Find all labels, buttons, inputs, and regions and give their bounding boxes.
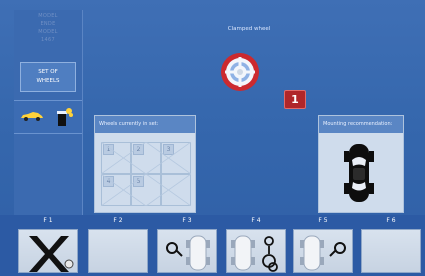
main-area: Clamped wheel 1 Wheels currently in set:… — [84, 10, 411, 215]
f1-exit-button[interactable] — [18, 229, 78, 273]
rotate-wheel-left-icon — [166, 235, 210, 271]
exit-x-icon — [29, 236, 74, 272]
wheel-clamp-target-icon — [221, 53, 259, 91]
model-info: MODEL ENDE MODEL 1467 — [14, 12, 82, 44]
sidebar: MODEL ENDE MODEL 1467 SET OF WHEELS — [14, 10, 83, 215]
mounting-recommendation-panel: Mounting recommendation: — [318, 115, 404, 213]
clamp-tool-icon — [57, 108, 73, 126]
set-of-wheels-button[interactable]: SET OF WHEELS — [20, 62, 76, 92]
wheels-in-set-title: Wheels currently in set: — [95, 116, 195, 133]
f3-rotate-left-button[interactable] — [157, 229, 217, 273]
model-line-3: MODEL — [38, 29, 58, 35]
model-line-4: 1467 — [41, 37, 55, 43]
clamped-wheel-count-badge: 1 — [284, 90, 306, 109]
clamped-wheels-title: Clamped wheel — [227, 26, 271, 32]
mounting-recommendation-title: Mounting recommendation: — [319, 116, 403, 133]
model-line-2: ENDE — [40, 21, 56, 27]
model-line-1: MODEL — [38, 13, 58, 19]
f4-label: F 4 — [251, 217, 261, 224]
car-side-icon — [21, 112, 43, 121]
rotate-wheel-right-icon — [300, 235, 346, 271]
wheels-in-set-panel: Wheels currently in set: 1 2 3 4 5 — [94, 115, 196, 213]
f2-label: F 2 — [113, 217, 123, 224]
f4-clamp-button[interactable] — [226, 229, 286, 273]
f5-rotate-right-button[interactable] — [293, 229, 353, 273]
f1-label: F 1 — [43, 217, 53, 224]
set-of-wheels-label: SET OF WHEELS — [36, 69, 60, 84]
grid-cross-lines — [101, 142, 191, 206]
f5-label: F 5 — [318, 217, 328, 224]
wheel-set-grid: 1 2 3 4 5 — [101, 142, 191, 206]
wheel-balancer-screen: MODEL ENDE MODEL 1467 SET OF WHEELS Clam… — [0, 0, 425, 276]
function-key-bar: F 1 F 2 F 3 F 4 F 5 F 6 — [0, 215, 425, 276]
wheel-clamp-adjust-icon — [231, 235, 278, 272]
f6-button[interactable] — [361, 229, 421, 273]
car-top-view-icon — [344, 144, 374, 202]
f2-button[interactable] — [88, 229, 148, 273]
vehicle-row[interactable] — [14, 100, 82, 134]
f3-label: F 3 — [182, 217, 192, 224]
f6-label: F 6 — [386, 217, 396, 224]
